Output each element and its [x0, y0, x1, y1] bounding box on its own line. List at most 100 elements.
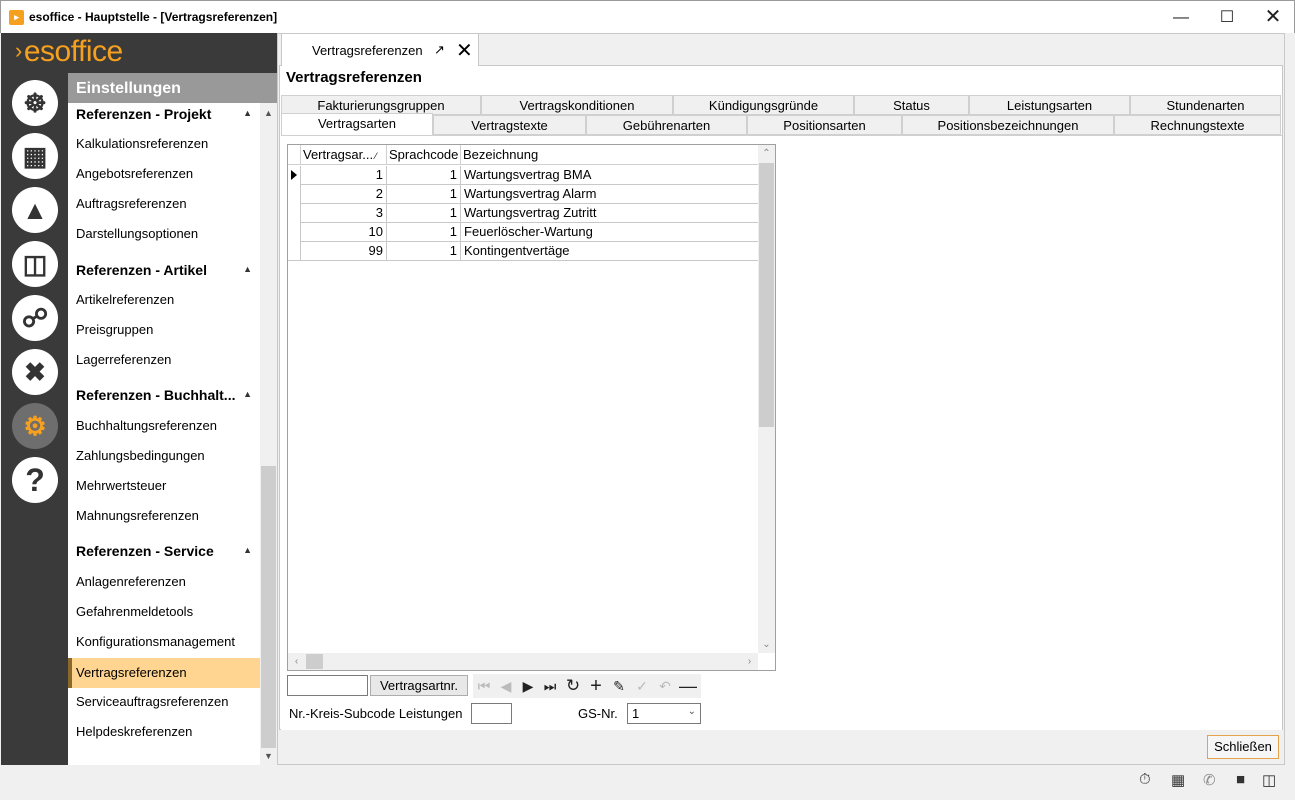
nav-section-service[interactable]: Referenzen - Service ▲ [76, 543, 256, 559]
maximize-icon[interactable]: ☐ [1204, 1, 1250, 34]
nav-item[interactable]: Angebotsreferenzen [68, 159, 260, 189]
tab-positionsarten[interactable]: Positionsarten [747, 115, 902, 135]
cell-bezeichnung[interactable]: Wartungsvertrag Alarm [461, 185, 758, 204]
cell-sprachcode[interactable]: 1 [387, 166, 461, 185]
close-window-icon[interactable]: ✕ [1250, 1, 1295, 34]
grid-vertical-scrollbar[interactable]: ⌃ ⌄ [758, 145, 775, 653]
scroll-right-icon[interactable]: › [741, 653, 758, 670]
document-tab[interactable]: Vertragsreferenzen ↗ ✕ [281, 33, 479, 66]
tab-rechnungstexte[interactable]: Rechnungstexte [1114, 115, 1281, 135]
building-icon[interactable]: ▦ [1171, 771, 1185, 789]
nav-item[interactable]: Preisgruppen [68, 315, 260, 345]
collapse-caret-icon[interactable]: ▲ [243, 108, 252, 118]
scroll-down-icon[interactable]: ⌄ [758, 636, 775, 653]
collapse-caret-icon[interactable]: ▲ [243, 264, 252, 274]
tab-vertragstexte[interactable]: Vertragstexte [433, 115, 586, 135]
nav-item[interactable]: Helpdeskreferenzen [68, 717, 260, 747]
nav-item[interactable]: Lagerreferenzen [68, 345, 260, 375]
cell-vertragsart[interactable]: 10 [301, 223, 387, 242]
nav-item[interactable]: Kalkulationsreferenzen [68, 129, 260, 159]
scroll-down-icon[interactable]: ▼ [260, 748, 277, 765]
headset-icon[interactable]: ☍ [12, 295, 58, 341]
scroll-thumb[interactable] [306, 654, 323, 669]
phone-icon[interactable]: ✆ [1203, 771, 1216, 789]
calculator-icon[interactable]: ▦ [12, 133, 58, 179]
nav-item[interactable]: Zahlungsbedingungen [68, 441, 260, 471]
column-header-sprachcode[interactable]: Sprachcode [387, 145, 461, 165]
search-input[interactable] [287, 675, 368, 696]
search-field-button[interactable]: Vertragsartnr. [370, 675, 468, 696]
nav-item[interactable]: Serviceauftragsreferenzen [68, 687, 260, 717]
popout-icon[interactable]: ↗ [434, 42, 445, 58]
nav-item[interactable]: Mehrwertsteuer [68, 471, 260, 501]
nav-section-artikel[interactable]: Referenzen - Artikel ▲ [76, 262, 256, 278]
minimize-icon[interactable]: — [1158, 1, 1204, 34]
lock-icon[interactable]: ■ [1236, 771, 1245, 788]
cell-bezeichnung[interactable]: Kontingentvertäge [461, 242, 758, 261]
tab-positionsbezeichnungen[interactable]: Positionsbezeichnungen [902, 115, 1114, 135]
database-icon[interactable]: ◫ [1262, 771, 1276, 789]
nav-section-buchhaltung[interactable]: Referenzen - Buchhalt... ▲ [76, 387, 256, 403]
column-header-vertragsart[interactable]: Vertragsar... ⁄ [301, 145, 387, 165]
cell-vertragsart[interactable]: 3 [301, 204, 387, 223]
close-tab-icon[interactable]: ✕ [456, 38, 473, 63]
tab-stundenarten[interactable]: Stundenarten [1130, 95, 1281, 115]
nav-item[interactable]: Artikelreferenzen [68, 285, 260, 315]
cell-sprachcode[interactable]: 1 [387, 204, 461, 223]
cell-vertragsart[interactable]: 1 [301, 166, 387, 185]
tab-vertragsarten[interactable]: Vertragsarten [281, 113, 433, 135]
table-row[interactable]: 2 1 Wartungsvertrag Alarm [288, 185, 758, 204]
table-row[interactable]: 10 1 Feuerlöscher-Wartung [288, 223, 758, 242]
last-record-icon[interactable]: ⏭ [539, 676, 561, 696]
tools-icon[interactable]: ✖ [12, 349, 58, 395]
collapse-caret-icon[interactable]: ▲ [243, 545, 252, 555]
nav-item[interactable]: Mahnungsreferenzen [68, 501, 260, 531]
column-header-bezeichnung[interactable]: Bezeichnung [461, 145, 758, 165]
tab-leistungsarten[interactable]: Leistungsarten [969, 95, 1130, 115]
nav-item-selected[interactable]: Vertragsreferenzen [68, 658, 260, 688]
cell-bezeichnung[interactable]: Wartungsvertrag BMA [461, 166, 758, 185]
cell-sprachcode[interactable]: 1 [387, 223, 461, 242]
add-icon[interactable]: + [585, 676, 607, 696]
nav-item[interactable]: Buchhaltungsreferenzen [68, 411, 260, 441]
next-record-icon[interactable]: ▶ [517, 676, 539, 696]
nav-item[interactable]: Darstellungsoptionen [68, 219, 260, 249]
nav-scrollbar[interactable]: ▲ ▼ [260, 103, 277, 765]
cell-bezeichnung[interactable]: Feuerlöscher-Wartung [461, 223, 758, 242]
scroll-left-icon[interactable]: ‹ [288, 653, 305, 670]
cell-vertragsart[interactable]: 99 [301, 242, 387, 261]
table-row[interactable]: 3 1 Wartungsvertrag Zutritt [288, 204, 758, 223]
edit-icon[interactable]: ✎ [608, 676, 630, 696]
scroll-up-icon[interactable]: ▲ [260, 105, 277, 122]
first-record-icon[interactable]: ⏮ [473, 676, 495, 696]
helm-icon[interactable]: ☸ [12, 80, 58, 126]
cell-sprachcode[interactable]: 1 [387, 242, 461, 261]
collapse-caret-icon[interactable]: ▲ [243, 389, 252, 399]
refresh-icon[interactable]: ↻ [562, 676, 584, 696]
nav-item[interactable]: Gefahrenmeldetools [68, 597, 260, 627]
tab-vertragskonditionen[interactable]: Vertragskonditionen [481, 95, 673, 115]
cell-vertragsart[interactable]: 2 [301, 185, 387, 204]
grid-horizontal-scrollbar[interactable]: ‹ › [288, 653, 758, 670]
help-icon[interactable]: ? [12, 457, 58, 503]
delete-icon[interactable]: — [677, 676, 699, 696]
siren-icon[interactable]: ▲ [12, 187, 58, 233]
close-button[interactable]: Schließen [1207, 735, 1279, 759]
cell-sprachcode[interactable]: 1 [387, 185, 461, 204]
subcode-field[interactable] [471, 703, 512, 724]
prev-record-icon[interactable]: ◀ [495, 676, 517, 696]
tab-gebuehrenarten[interactable]: Gebührenarten [586, 115, 747, 135]
scroll-thumb[interactable] [759, 163, 774, 427]
table-row[interactable]: 99 1 Kontingentvertäge [288, 242, 758, 261]
gears-icon[interactable]: ⚙ [12, 403, 58, 449]
gs-nr-select[interactable]: 1 ⌄ [627, 703, 701, 724]
table-row[interactable]: 1 1 Wartungsvertrag BMA [288, 166, 758, 185]
scroll-up-icon[interactable]: ⌃ [758, 145, 775, 162]
tab-fakturierungsgruppen[interactable]: Fakturierungsgruppen [281, 95, 481, 115]
money-icon[interactable]: ◫ [12, 241, 58, 287]
save-check-icon[interactable]: ✓ [631, 676, 653, 696]
stopwatch-icon[interactable]: ⏱ [1139, 771, 1151, 788]
nav-item[interactable]: Konfigurationsmanagement [68, 627, 260, 657]
tab-status[interactable]: Status [854, 95, 969, 115]
tab-kuendigungsgruende[interactable]: Kündigungsgründe [673, 95, 854, 115]
